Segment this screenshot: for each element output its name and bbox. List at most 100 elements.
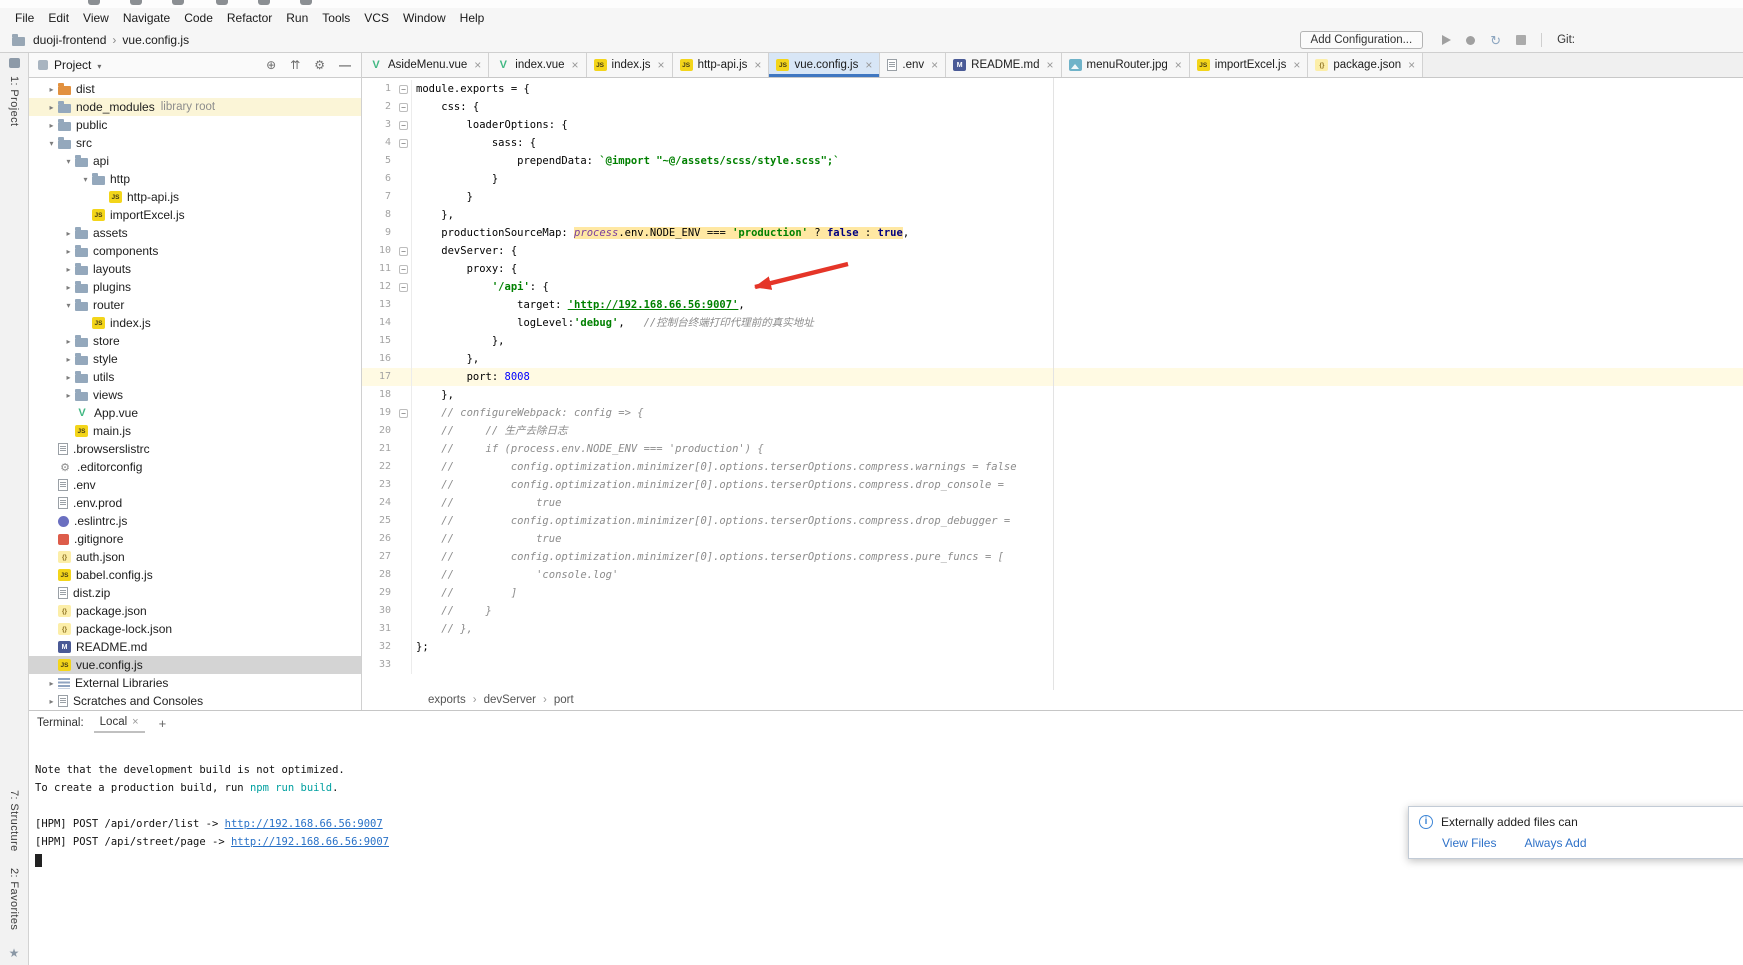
chevron-right-icon[interactable]: ▸ xyxy=(62,336,75,346)
line-number[interactable]: 30 xyxy=(362,602,396,620)
close-tab-icon[interactable]: × xyxy=(474,58,481,72)
line-number[interactable]: 23 xyxy=(362,476,396,494)
fold-icon[interactable]: − xyxy=(396,134,411,152)
breadcrumb-project[interactable]: duoji-frontend xyxy=(33,33,106,47)
debug-icon[interactable] xyxy=(1466,36,1475,45)
stop-icon[interactable] xyxy=(1516,35,1526,45)
fold-icon[interactable]: − xyxy=(396,116,411,134)
tree-item-utils[interactable]: ▸utils xyxy=(29,368,361,386)
tab-http-api.js[interactable]: JShttp-api.js× xyxy=(673,53,770,77)
menu-item-edit[interactable]: Edit xyxy=(41,11,76,25)
project-stripe-icon[interactable] xyxy=(9,58,20,68)
line-number[interactable]: 16 xyxy=(362,350,396,368)
menu-item-refactor[interactable]: Refactor xyxy=(220,11,279,25)
tab-.env[interactable]: .env× xyxy=(880,53,946,77)
line-number[interactable]: 28 xyxy=(362,566,396,584)
favorites-star-icon[interactable]: ★ xyxy=(9,946,20,960)
tree-item-layouts[interactable]: ▸layouts xyxy=(29,260,361,278)
menu-item-help[interactable]: Help xyxy=(453,11,492,25)
menu-item-code[interactable]: Code xyxy=(177,11,220,25)
tree-item-components[interactable]: ▸components xyxy=(29,242,361,260)
terminal-link[interactable]: http://192.168.66.56:9007 xyxy=(231,836,389,848)
tree-item-.gitignore[interactable]: .gitignore xyxy=(29,530,361,548)
tree-item-auth.json[interactable]: {}auth.json xyxy=(29,548,361,566)
menu-item-view[interactable]: View xyxy=(76,11,116,25)
line-number[interactable]: 5 xyxy=(362,152,396,170)
tree-item-.eslintrc.js[interactable]: .eslintrc.js xyxy=(29,512,361,530)
tree-item-http[interactable]: ▾http xyxy=(29,170,361,188)
line-number[interactable]: 3 xyxy=(362,116,396,134)
close-tab-icon[interactable]: × xyxy=(754,58,761,72)
add-configuration-button[interactable]: Add Configuration... xyxy=(1300,31,1424,49)
line-number[interactable]: 15 xyxy=(362,332,396,350)
fold-icon[interactable]: − xyxy=(396,80,411,98)
line-number[interactable]: 6 xyxy=(362,170,396,188)
menu-item-tools[interactable]: Tools xyxy=(315,11,357,25)
settings-icon[interactable]: ⚙ xyxy=(314,58,325,72)
close-terminal-icon[interactable]: × xyxy=(132,716,138,728)
chevron-right-icon[interactable]: ▸ xyxy=(45,696,58,706)
line-number[interactable]: 7 xyxy=(362,188,396,206)
chevron-down-icon[interactable]: ▾ xyxy=(79,174,92,184)
code-editor[interactable]: 1−module.exports = {2− css: {3− loaderOp… xyxy=(362,78,1743,690)
tool-button-favorites[interactable]: 2: Favorites xyxy=(8,868,20,930)
chevron-right-icon[interactable]: ▸ xyxy=(45,120,58,130)
fold-icon[interactable]: − xyxy=(396,242,411,260)
breadcrumb-exports[interactable]: exports xyxy=(428,694,466,706)
line-number[interactable]: 4 xyxy=(362,134,396,152)
tree-item-plugins[interactable]: ▸plugins xyxy=(29,278,361,296)
line-number[interactable]: 12 xyxy=(362,278,396,296)
line-number[interactable]: 32 xyxy=(362,638,396,656)
tab-AsideMenu.vue[interactable]: VAsideMenu.vue× xyxy=(362,53,489,77)
tab-vue.config.js[interactable]: JSvue.config.js× xyxy=(769,53,880,77)
fold-icon[interactable]: − xyxy=(396,278,411,296)
chevron-right-icon[interactable]: ▸ xyxy=(45,102,58,112)
tree-item-public[interactable]: ▸public xyxy=(29,116,361,134)
close-tab-icon[interactable]: × xyxy=(1293,58,1300,72)
line-number[interactable]: 1 xyxy=(362,80,396,98)
tree-item-api[interactable]: ▾api xyxy=(29,152,361,170)
fold-icon[interactable]: − xyxy=(396,404,411,422)
chevron-right-icon[interactable]: ▸ xyxy=(45,84,58,94)
tab-README.md[interactable]: MREADME.md× xyxy=(946,53,1061,77)
line-number[interactable]: 21 xyxy=(362,440,396,458)
tab-index.vue[interactable]: Vindex.vue× xyxy=(489,53,586,77)
close-tab-icon[interactable]: × xyxy=(658,58,665,72)
close-tab-icon[interactable]: × xyxy=(1408,58,1415,72)
tree-item-importExcel.js[interactable]: JSimportExcel.js xyxy=(29,206,361,224)
line-number[interactable]: 31 xyxy=(362,620,396,638)
fold-icon[interactable]: − xyxy=(396,98,411,116)
breadcrumb-port[interactable]: port xyxy=(554,694,574,706)
tab-package.json[interactable]: {}package.json× xyxy=(1308,53,1423,77)
line-number[interactable]: 29 xyxy=(362,584,396,602)
tree-item-package-lock.json[interactable]: {}package-lock.json xyxy=(29,620,361,638)
tree-item-.browserslistrc[interactable]: .browserslistrc xyxy=(29,440,361,458)
tree-item-Scratches and Consoles[interactable]: ▸Scratches and Consoles xyxy=(29,692,361,710)
tree-item-vue.config.js[interactable]: JSvue.config.js xyxy=(29,656,361,674)
menu-item-vcs[interactable]: VCS xyxy=(357,11,396,25)
refresh-icon[interactable]: ↻ xyxy=(1490,34,1501,47)
tree-item-dist.zip[interactable]: dist.zip xyxy=(29,584,361,602)
tree-item-src[interactable]: ▾src xyxy=(29,134,361,152)
breadcrumb-devserver[interactable]: devServer xyxy=(484,694,536,706)
line-number[interactable]: 11 xyxy=(362,260,396,278)
chevron-right-icon[interactable]: ▸ xyxy=(62,282,75,292)
tab-menuRouter.jpg[interactable]: menuRouter.jpg× xyxy=(1062,53,1190,77)
tree-item-App.vue[interactable]: VApp.vue xyxy=(29,404,361,422)
line-number[interactable]: 20 xyxy=(362,422,396,440)
breadcrumb-file[interactable]: vue.config.js xyxy=(122,33,189,47)
line-number[interactable]: 18 xyxy=(362,386,396,404)
tree-item-.editorconfig[interactable]: ⚙.editorconfig xyxy=(29,458,361,476)
tree-item-http-api.js[interactable]: JShttp-api.js xyxy=(29,188,361,206)
line-number[interactable]: 25 xyxy=(362,512,396,530)
view-files-link[interactable]: View Files xyxy=(1442,836,1496,850)
chevron-down-icon[interactable]: ▾ xyxy=(45,138,58,148)
tab-importExcel.js[interactable]: JSimportExcel.js× xyxy=(1190,53,1309,77)
always-add-link[interactable]: Always Add xyxy=(1524,836,1586,850)
tree-item-babel.config.js[interactable]: JSbabel.config.js xyxy=(29,566,361,584)
close-tab-icon[interactable]: × xyxy=(1047,58,1054,72)
close-tab-icon[interactable]: × xyxy=(572,58,579,72)
run-icon[interactable] xyxy=(1442,35,1451,45)
tree-item-package.json[interactable]: {}package.json xyxy=(29,602,361,620)
close-tab-icon[interactable]: × xyxy=(1175,58,1182,72)
